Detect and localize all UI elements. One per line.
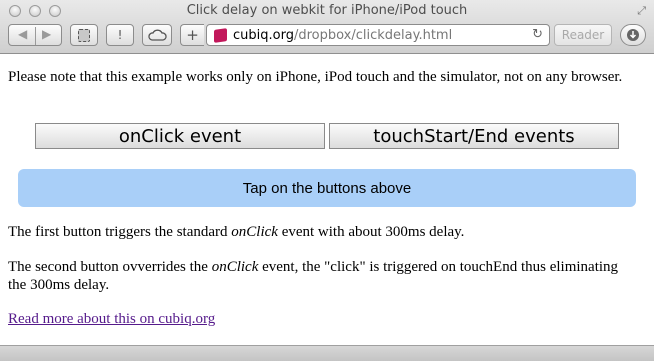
reader-button[interactable]: Reader	[554, 24, 612, 46]
url-host: cubiq.org	[233, 28, 294, 43]
site-favicon-icon	[214, 28, 227, 43]
onclick-event-button[interactable]: onClick event	[35, 123, 325, 149]
paragraph-text: event with about 300ms delay.	[277, 224, 465, 240]
reload-icon[interactable]: ↻	[532, 27, 543, 42]
touch-events-button[interactable]: touchStart/End events	[329, 123, 619, 149]
reading-list-button[interactable]	[70, 24, 98, 46]
forward-arrow-icon[interactable]: ▶	[42, 27, 51, 41]
download-icon	[627, 29, 639, 41]
url-path: /dropbox/clickdelay.html	[293, 28, 453, 43]
status-bar	[0, 345, 654, 361]
fullscreen-icon[interactable]: ⤢	[637, 4, 646, 18]
add-bookmark-button[interactable]: +	[180, 24, 204, 46]
second-button-description: The second button ovverrides the onClick…	[8, 258, 638, 294]
paragraph-text: The second button ovverrides the	[8, 259, 212, 275]
read-more-link[interactable]: Read more about this on cubiq.org	[8, 311, 215, 328]
touch-button-label: touchStart/End events	[373, 125, 575, 147]
add-label: +	[186, 26, 199, 44]
back-forward-control: ◀ ▶	[8, 24, 62, 46]
browser-chrome: Click delay on webkit for iPhone/iPod to…	[0, 0, 654, 54]
first-button-description: The first button triggers the standard o…	[8, 223, 638, 241]
paragraph-text: The first button triggers the standard	[8, 224, 232, 240]
onclick-button-label: onClick event	[118, 125, 242, 147]
downloads-button[interactable]	[620, 24, 646, 46]
icloud-tabs-button[interactable]	[142, 24, 172, 46]
back-arrow-icon[interactable]: ◀	[18, 27, 27, 41]
cloud-icon	[148, 29, 167, 41]
reader-label: Reader	[561, 28, 605, 42]
status-text: Tap on the buttons above	[242, 179, 412, 197]
title-bar: Click delay on webkit for iPhone/iPod to…	[0, 0, 654, 22]
emphasis-text: onClick	[231, 224, 278, 240]
alert-label: !	[117, 28, 123, 42]
page-content: Please note that this example works only…	[0, 55, 654, 345]
segment-divider	[35, 27, 36, 45]
url-text[interactable]: cubiq.org/dropbox/clickdelay.html	[233, 28, 452, 43]
alert-button[interactable]: !	[106, 24, 134, 46]
reading-list-icon	[78, 28, 90, 42]
browser-toolbar: ◀ ▶ ! + cubiq.org/dropbox/clickdelay.htm…	[0, 24, 654, 50]
address-bar[interactable]: cubiq.org/dropbox/clickdelay.html ↻	[206, 24, 550, 46]
emphasis-text: onClick	[211, 259, 259, 275]
status-message: Tap on the buttons above	[18, 169, 636, 207]
compatibility-note: Please note that this example works only…	[8, 69, 623, 85]
window-title: Click delay on webkit for iPhone/iPod to…	[186, 3, 468, 18]
